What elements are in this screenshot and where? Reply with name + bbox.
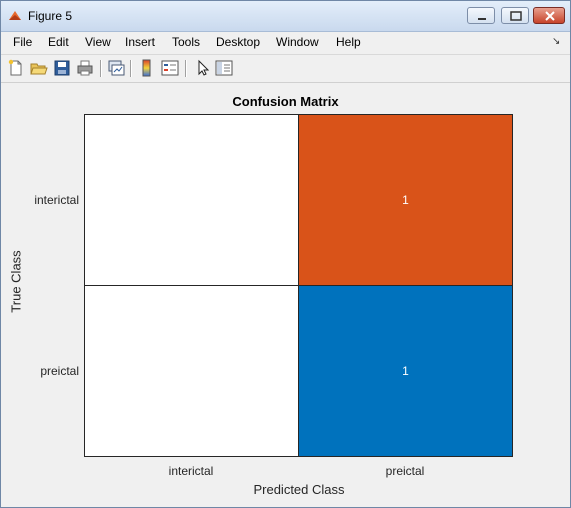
maximize-icon <box>510 11 522 21</box>
window-title: Figure 5 <box>28 9 73 23</box>
save-icon[interactable] <box>53 59 71 77</box>
menu-help[interactable]: Help <box>336 35 361 49</box>
menu-dock-arrow-icon[interactable]: ↘ <box>552 36 560 47</box>
close-button[interactable] <box>533 7 565 24</box>
menu-window[interactable]: Window <box>276 35 319 49</box>
menu-bar: File Edit View Insert Tools Desktop Wind… <box>1 32 570 54</box>
x-tick-label-preictal: preictal <box>385 464 425 478</box>
toolbar-separator <box>185 60 187 77</box>
close-icon <box>545 11 555 21</box>
matrix-cell-interictal-interictal <box>84 114 299 286</box>
open-file-icon[interactable] <box>30 59 48 77</box>
menu-desktop[interactable]: Desktop <box>216 35 260 49</box>
figure-toolbar <box>1 54 570 83</box>
y-axis-label: True Class <box>8 250 24 313</box>
maximize-button[interactable] <box>501 7 529 24</box>
matrix-cell-preictal-interictal <box>84 285 299 457</box>
menu-view[interactable]: View <box>85 35 111 49</box>
toolbar-separator <box>100 60 102 77</box>
figure-window: Figure 5 File Edit View Insert Tools Des… <box>0 0 571 508</box>
insert-colorbar-icon[interactable] <box>138 59 156 77</box>
insert-legend-icon[interactable] <box>161 59 179 77</box>
matrix-cell-value-preictal-preictal: 1 <box>402 364 409 378</box>
menu-edit[interactable]: Edit <box>48 35 69 49</box>
minimize-icon <box>478 18 486 20</box>
chart-title: Confusion Matrix <box>232 94 339 109</box>
y-axis-label-wrapper: True Class <box>6 250 26 312</box>
y-tick-label-interictal: interictal <box>34 193 79 207</box>
menu-tools[interactable]: Tools <box>172 35 200 49</box>
minimize-button[interactable] <box>467 7 495 24</box>
new-figure-icon[interactable] <box>7 59 25 77</box>
figure-canvas: Confusion Matrix True Class interictal p… <box>4 83 567 502</box>
menu-insert[interactable]: Insert <box>125 35 155 49</box>
edit-plot-arrow-icon[interactable] <box>194 59 212 77</box>
toolbar-separator <box>130 60 132 77</box>
x-tick-label-interictal: interictal <box>168 464 214 478</box>
show-plot-tools-icon[interactable] <box>215 59 233 77</box>
menu-file[interactable]: File <box>13 35 32 49</box>
title-bar[interactable]: Figure 5 <box>1 1 570 32</box>
x-axis-label: Predicted Class <box>253 482 345 497</box>
link-plot-icon[interactable] <box>107 59 125 77</box>
y-tick-label-preictal: preictal <box>40 364 79 378</box>
confusion-matrix-plot[interactable]: 11 <box>84 114 514 457</box>
print-icon[interactable] <box>76 59 94 77</box>
matlab-logo-icon <box>9 11 21 20</box>
matrix-cell-value-interictal-preictal: 1 <box>402 193 409 207</box>
